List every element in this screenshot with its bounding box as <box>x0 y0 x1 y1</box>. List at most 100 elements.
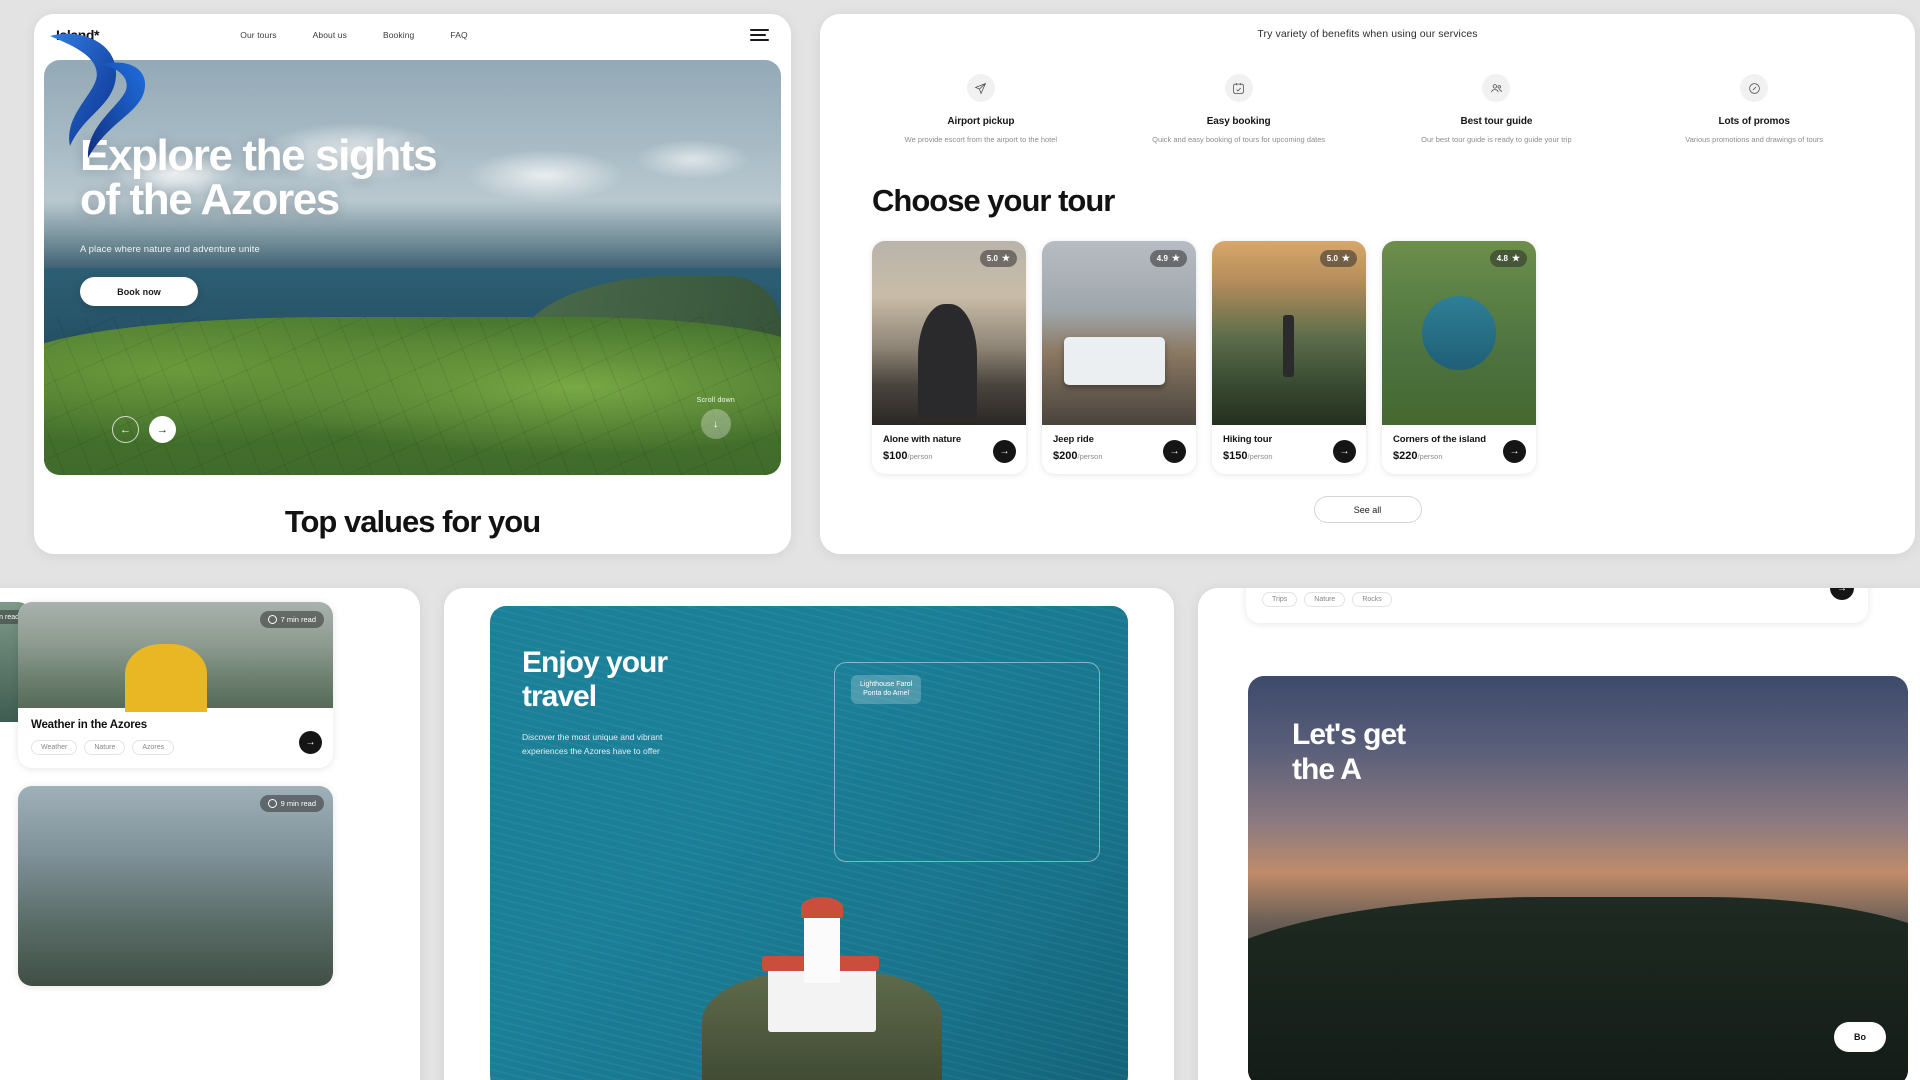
enjoy-desc-line2: experiences the Azores have to offer <box>522 745 660 756</box>
article-tag[interactable]: Trips <box>1262 592 1298 607</box>
photo-label-line2: Ponta do Arnel <box>863 690 910 698</box>
design-board: Island* Our tours About us Booking FAQ E… <box>0 0 1920 1080</box>
benefit-title: Best tour guide <box>1460 116 1533 127</box>
read-time-badge: 9 min read <box>259 795 324 812</box>
blog-title: Weather in the Azores <box>31 719 147 731</box>
lighthouse-illustration <box>701 888 942 1080</box>
star-icon: ★ <box>1171 253 1180 264</box>
nav-item-our-tours[interactable]: Our tours <box>240 30 276 40</box>
blog-tag-list: Weather Nature Azores <box>31 740 320 755</box>
benefit-easy-booking: Easy booking Quick and easy booking of t… <box>1110 74 1368 145</box>
rating-value: 4.8 <box>1496 254 1508 264</box>
blog-card-body: Weather in the Azores Weather Nature Azo… <box>18 708 333 768</box>
tour-price-value: $200 <box>1053 450 1078 463</box>
star-icon: ★ <box>1341 253 1350 264</box>
discount-tag-icon <box>1740 74 1769 102</box>
tour-card[interactable]: 5.0 ★ Hiking tour $150/person → <box>1212 241 1366 475</box>
cta-title: Let's get the A <box>1292 718 1406 787</box>
enjoy-title-line2: travel <box>522 679 597 713</box>
tours-frame: Try variety of benefits when using our s… <box>820 14 1915 554</box>
nav-item-booking[interactable]: Booking <box>383 30 414 40</box>
nav-item-faq[interactable]: FAQ <box>450 30 467 40</box>
benefit-desc: Our best tour guide is ready to guide yo… <box>1421 135 1572 144</box>
benefit-desc: We provide escort from the airport to th… <box>904 135 1058 144</box>
photo-selection-frame: Lighthouse Farol Ponta do Arnel <box>834 662 1100 862</box>
rating-badge: 4.9 ★ <box>1149 250 1187 268</box>
tour-thumbnail: 4.8 ★ <box>1382 241 1536 426</box>
tour-card-body: Jeep ride $200/person → <box>1042 425 1196 474</box>
benefit-title: Airport pickup <box>947 116 1015 127</box>
tour-price-value: $220 <box>1393 450 1418 463</box>
guide-people-icon <box>1482 74 1511 102</box>
nav-links: Our tours About us Booking FAQ <box>240 30 467 40</box>
send-icon <box>966 74 995 102</box>
benefit-desc: Quick and easy booking of tours for upco… <box>1152 135 1326 144</box>
rating-badge: 5.0 ★ <box>979 250 1017 268</box>
hero-carousel-arrows: ← → <box>112 416 176 443</box>
hero-copy: Explore the sights of the Azores A place… <box>80 134 640 306</box>
tour-card[interactable]: 4.8 ★ Corners of the island $220/person … <box>1382 241 1536 475</box>
tour-thumbnail: 5.0 ★ <box>1212 241 1366 426</box>
hamburger-menu-icon[interactable] <box>750 29 769 41</box>
benefits-row: Airport pickup We provide escort from th… <box>820 74 1915 145</box>
blog-thumbnail: 7 min read <box>18 602 333 713</box>
blog-tag[interactable]: Weather <box>31 740 78 755</box>
tour-card-body: Alone with nature $100/person → <box>872 425 1026 474</box>
article-tag[interactable]: Rocks <box>1352 592 1392 607</box>
nav-item-about-us[interactable]: About us <box>313 30 347 40</box>
site-logo[interactable]: Island* <box>56 27 100 43</box>
photo-label-line1: Lighthouse Farol <box>860 681 913 688</box>
scroll-down-label: Scroll down <box>696 397 735 404</box>
tour-card-body: Hiking tour $150/person → <box>1212 425 1366 474</box>
calendar-check-icon <box>1224 74 1253 102</box>
see-all-button[interactable]: See all <box>1313 496 1422 524</box>
benefit-lots-of-promos: Lots of promos Various promotions and dr… <box>1625 74 1883 145</box>
right-column-frame: Island with beautiful nature Trips Natur… <box>1198 588 1920 1080</box>
tour-price-unit: /person <box>907 452 933 462</box>
enjoy-title-line1: Enjoy your <box>522 646 668 679</box>
hero-title-line2: of the Azores <box>80 175 340 224</box>
tour-price-unit: /person <box>1417 452 1443 462</box>
scroll-down-arrow-icon[interactable]: ↓ <box>700 409 731 439</box>
blog-tag[interactable]: Nature <box>84 740 126 755</box>
benefit-best-tour-guide: Best tour guide Our best tour guide is r… <box>1368 74 1626 145</box>
cta-title-line1: Let's get <box>1292 718 1406 751</box>
enjoy-travel-frame: Enjoy your travel Discover the most uniq… <box>444 588 1174 1080</box>
scroll-down-hint[interactable]: Scroll down ↓ <box>697 397 735 439</box>
cta-banner: Let's get the A Bo <box>1248 676 1908 1080</box>
tour-thumbnail: 4.9 ★ <box>1042 241 1196 426</box>
tour-card[interactable]: 4.9 ★ Jeep ride $200/person → <box>1042 241 1196 475</box>
article-tag-list: Trips Nature Rocks <box>1262 592 1852 607</box>
blog-tag[interactable]: Azores <box>132 740 175 755</box>
tour-card-body: Corners of the island $220/person → <box>1382 425 1536 474</box>
blog-frame: min read 7 min read Weather in the Azore… <box>0 588 420 1080</box>
blog-card[interactable]: 7 min read Weather in the Azores Weather… <box>18 602 333 768</box>
article-tag[interactable]: Nature <box>1304 592 1346 607</box>
tour-card[interactable]: 5.0 ★ Alone with nature $100/person → <box>872 241 1026 475</box>
site-navbar: Island* Our tours About us Booking FAQ <box>34 14 791 56</box>
blog-thumbnail: 9 min read <box>18 786 333 986</box>
tour-price-value: $150 <box>1223 450 1248 463</box>
clock-icon <box>267 615 277 624</box>
hero-image: Explore the sights of the Azores A place… <box>44 60 781 475</box>
enjoy-title: Enjoy your travel <box>522 646 668 713</box>
carousel-prev-icon[interactable]: ← <box>112 416 139 443</box>
star-icon: ★ <box>1001 253 1010 264</box>
top-values-heading: Top values for you <box>284 504 541 539</box>
blog-card[interactable]: 9 min read <box>18 786 333 986</box>
benefit-title: Lots of promos <box>1718 116 1790 127</box>
carousel-next-icon[interactable]: → <box>149 416 176 443</box>
read-time-label: 9 min read <box>280 799 316 808</box>
cta-book-button[interactable]: Bo <box>1834 1022 1886 1052</box>
book-now-button[interactable]: Book now <box>80 277 198 306</box>
tour-thumbnail: 5.0 ★ <box>872 241 1026 426</box>
article-card[interactable]: Island with beautiful nature Trips Natur… <box>1246 588 1868 623</box>
blog-open-arrow-icon[interactable]: → <box>299 731 322 754</box>
choose-your-tour-heading: Choose your tour <box>872 183 1115 219</box>
benefit-airport-pickup: Airport pickup We provide escort from th… <box>852 74 1110 145</box>
rating-value: 4.9 <box>1156 254 1168 264</box>
enjoy-banner: Enjoy your travel Discover the most uniq… <box>490 606 1128 1080</box>
rating-value: 5.0 <box>986 254 998 264</box>
clock-icon <box>267 799 277 808</box>
hero-title: Explore the sights of the Azores <box>80 134 640 222</box>
